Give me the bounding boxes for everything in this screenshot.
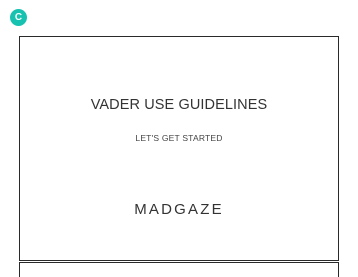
device-screen-frame: VADER USE GUIDELINES LET'S GET STARTED M… [19, 36, 339, 261]
screen-title: VADER USE GUIDELINES [90, 97, 268, 113]
screen-subtitle: LET'S GET STARTED [135, 133, 223, 143]
step-badge: C [10, 9, 27, 26]
madgaze-logo: MADGAZE [134, 201, 224, 218]
guide-page: C VADER USE GUIDELINES LET'S GET STARTED… [0, 0, 358, 277]
next-screen-frame-edge [19, 262, 339, 277]
